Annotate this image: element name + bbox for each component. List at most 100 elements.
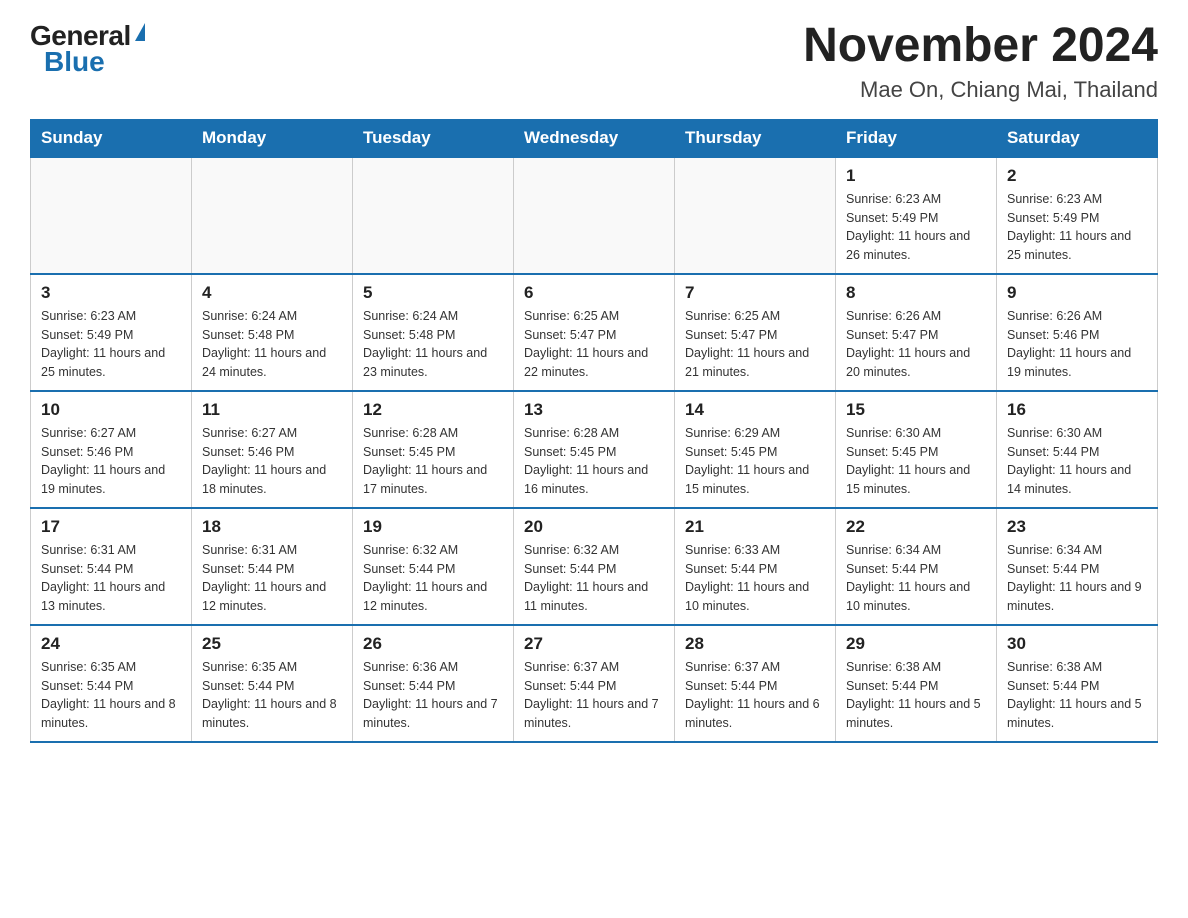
- day-info: Sunrise: 6:34 AM Sunset: 5:44 PM Dayligh…: [1007, 541, 1147, 616]
- day-number: 5: [363, 283, 503, 303]
- day-number: 21: [685, 517, 825, 537]
- calendar-day-cell: 12 Sunrise: 6:28 AM Sunset: 5:45 PM Dayli…: [353, 391, 514, 508]
- calendar-day-cell: 22 Sunrise: 6:34 AM Sunset: 5:44 PM Dayli…: [836, 508, 997, 625]
- logo-triangle-icon: [135, 23, 145, 41]
- calendar-day-cell: 20Sunrise: 6:32 AM Sunset: 5:44 PM Dayli…: [514, 508, 675, 625]
- calendar-day-cell: 15Sunrise: 6:30 AM Sunset: 5:45 PM Dayli…: [836, 391, 997, 508]
- calendar-day-cell: 25 Sunrise: 6:35 AM Sunset: 5:44 PM Dayli…: [192, 625, 353, 742]
- day-number: 24: [41, 634, 181, 654]
- day-of-week-header: Wednesday: [514, 119, 675, 157]
- day-number: 16: [1007, 400, 1147, 420]
- day-info: Sunrise: 6:34 AM Sunset: 5:44 PM Dayligh…: [846, 541, 986, 616]
- calendar-day-cell: 10Sunrise: 6:27 AM Sunset: 5:46 PM Dayli…: [31, 391, 192, 508]
- day-info: Sunrise: 6:24 AM Sunset: 5:48 PM Dayligh…: [363, 307, 503, 382]
- day-of-week-header: Saturday: [997, 119, 1158, 157]
- calendar-day-cell: 1Sunrise: 6:23 AM Sunset: 5:49 PM Daylig…: [836, 157, 997, 274]
- day-number: 10: [41, 400, 181, 420]
- day-info: Sunrise: 6:25 AM Sunset: 5:47 PM Dayligh…: [524, 307, 664, 382]
- calendar-day-cell: 28 Sunrise: 6:37 AM Sunset: 5:44 PM Dayli…: [675, 625, 836, 742]
- title-block: November 2024 Mae On, Chiang Mai, Thaila…: [803, 20, 1158, 103]
- day-of-week-header: Sunday: [31, 119, 192, 157]
- day-info: Sunrise: 6:26 AM Sunset: 5:46 PM Dayligh…: [1007, 307, 1147, 382]
- day-info: Sunrise: 6:28 AM Sunset: 5:45 PM Dayligh…: [363, 424, 503, 499]
- day-info: Sunrise: 6:25 AM Sunset: 5:47 PM Dayligh…: [685, 307, 825, 382]
- page-header: General Blue November 2024 Mae On, Chian…: [30, 20, 1158, 103]
- calendar-day-cell: 5 Sunrise: 6:24 AM Sunset: 5:48 PM Daylig…: [353, 274, 514, 391]
- day-info: Sunrise: 6:28 AM Sunset: 5:45 PM Dayligh…: [524, 424, 664, 499]
- day-of-week-header: Monday: [192, 119, 353, 157]
- calendar-body: 1Sunrise: 6:23 AM Sunset: 5:49 PM Daylig…: [31, 157, 1158, 742]
- day-number: 25: [202, 634, 342, 654]
- calendar-day-cell: 18 Sunrise: 6:31 AM Sunset: 5:44 PM Dayli…: [192, 508, 353, 625]
- day-info: Sunrise: 6:26 AM Sunset: 5:47 PM Dayligh…: [846, 307, 986, 382]
- day-number: 26: [363, 634, 503, 654]
- month-year-title: November 2024: [803, 20, 1158, 73]
- calendar-day-cell: 4 Sunrise: 6:24 AM Sunset: 5:48 PM Daylig…: [192, 274, 353, 391]
- day-of-week-header: Tuesday: [353, 119, 514, 157]
- calendar-day-cell: 11 Sunrise: 6:27 AM Sunset: 5:46 PM Dayli…: [192, 391, 353, 508]
- calendar-day-cell: 16 Sunrise: 6:30 AM Sunset: 5:44 PM Dayli…: [997, 391, 1158, 508]
- day-number: 14: [685, 400, 825, 420]
- calendar-day-cell: 6 Sunrise: 6:25 AM Sunset: 5:47 PM Daylig…: [514, 274, 675, 391]
- day-info: Sunrise: 6:30 AM Sunset: 5:45 PM Dayligh…: [846, 424, 986, 499]
- day-number: 12: [363, 400, 503, 420]
- day-info: Sunrise: 6:37 AM Sunset: 5:44 PM Dayligh…: [685, 658, 825, 733]
- day-number: 8: [846, 283, 986, 303]
- day-info: Sunrise: 6:32 AM Sunset: 5:44 PM Dayligh…: [363, 541, 503, 616]
- calendar-day-cell: 24 Sunrise: 6:35 AM Sunset: 5:44 PM Dayli…: [31, 625, 192, 742]
- calendar-week-row: 10 Sunrise: 6:27 AM Sunset: 5:46 PM Dayli…: [31, 391, 1158, 508]
- day-number: 27: [524, 634, 664, 654]
- day-info: Sunrise: 6:24 AM Sunset: 5:48 PM Dayligh…: [202, 307, 342, 382]
- day-number: 17: [41, 517, 181, 537]
- day-info: Sunrise: 6:38 AM Sunset: 5:44 PM Dayligh…: [846, 658, 986, 733]
- calendar-day-cell: 23Sunrise: 6:34 AM Sunset: 5:44 PM Dayli…: [997, 508, 1158, 625]
- logo-blue-text: Blue: [30, 46, 105, 78]
- day-info: Sunrise: 6:27 AM Sunset: 5:46 PM Dayligh…: [202, 424, 342, 499]
- day-number: 13: [524, 400, 664, 420]
- day-number: 29: [846, 634, 986, 654]
- day-number: 3: [41, 283, 181, 303]
- day-info: Sunrise: 6:32 AM Sunset: 5:44 PM Dayligh…: [524, 541, 664, 616]
- day-number: 4: [202, 283, 342, 303]
- location-subtitle: Mae On, Chiang Mai, Thailand: [803, 77, 1158, 103]
- calendar-day-cell: 9Sunrise: 6:26 AM Sunset: 5:46 PM Daylig…: [997, 274, 1158, 391]
- calendar-day-cell: 17 Sunrise: 6:31 AM Sunset: 5:44 PM Dayli…: [31, 508, 192, 625]
- day-number: 22: [846, 517, 986, 537]
- day-number: 11: [202, 400, 342, 420]
- calendar-day-cell: 3 Sunrise: 6:23 AM Sunset: 5:49 PM Daylig…: [31, 274, 192, 391]
- calendar-day-cell: 2 Sunrise: 6:23 AM Sunset: 5:49 PM Daylig…: [997, 157, 1158, 274]
- day-number: 28: [685, 634, 825, 654]
- day-number: 18: [202, 517, 342, 537]
- calendar-day-cell: [31, 157, 192, 274]
- calendar-day-cell: 8 Sunrise: 6:26 AM Sunset: 5:47 PM Daylig…: [836, 274, 997, 391]
- calendar-table: SundayMondayTuesdayWednesdayThursdayFrid…: [30, 119, 1158, 743]
- day-info: Sunrise: 6:30 AM Sunset: 5:44 PM Dayligh…: [1007, 424, 1147, 499]
- day-info: Sunrise: 6:23 AM Sunset: 5:49 PM Dayligh…: [846, 190, 986, 265]
- calendar-day-cell: [514, 157, 675, 274]
- day-number: 2: [1007, 166, 1147, 186]
- day-info: Sunrise: 6:35 AM Sunset: 5:44 PM Dayligh…: [41, 658, 181, 733]
- day-info: Sunrise: 6:23 AM Sunset: 5:49 PM Dayligh…: [41, 307, 181, 382]
- calendar-day-cell: [192, 157, 353, 274]
- calendar-day-cell: 21 Sunrise: 6:33 AM Sunset: 5:44 PM Dayli…: [675, 508, 836, 625]
- day-info: Sunrise: 6:31 AM Sunset: 5:44 PM Dayligh…: [41, 541, 181, 616]
- day-info: Sunrise: 6:23 AM Sunset: 5:49 PM Dayligh…: [1007, 190, 1147, 265]
- day-info: Sunrise: 6:37 AM Sunset: 5:44 PM Dayligh…: [524, 658, 664, 733]
- calendar-day-cell: 29 Sunrise: 6:38 AM Sunset: 5:44 PM Dayli…: [836, 625, 997, 742]
- calendar-week-row: 1Sunrise: 6:23 AM Sunset: 5:49 PM Daylig…: [31, 157, 1158, 274]
- day-info: Sunrise: 6:31 AM Sunset: 5:44 PM Dayligh…: [202, 541, 342, 616]
- day-info: Sunrise: 6:29 AM Sunset: 5:45 PM Dayligh…: [685, 424, 825, 499]
- day-info: Sunrise: 6:38 AM Sunset: 5:44 PM Dayligh…: [1007, 658, 1147, 733]
- day-of-week-header: Friday: [836, 119, 997, 157]
- calendar-day-cell: [353, 157, 514, 274]
- calendar-week-row: 3 Sunrise: 6:23 AM Sunset: 5:49 PM Daylig…: [31, 274, 1158, 391]
- calendar-day-cell: 13 Sunrise: 6:28 AM Sunset: 5:45 PM Dayli…: [514, 391, 675, 508]
- logo: General Blue: [30, 20, 145, 78]
- day-of-week-header: Thursday: [675, 119, 836, 157]
- day-info: Sunrise: 6:33 AM Sunset: 5:44 PM Dayligh…: [685, 541, 825, 616]
- day-number: 6: [524, 283, 664, 303]
- calendar-week-row: 17 Sunrise: 6:31 AM Sunset: 5:44 PM Dayli…: [31, 508, 1158, 625]
- calendar-day-cell: 30Sunrise: 6:38 AM Sunset: 5:44 PM Dayli…: [997, 625, 1158, 742]
- calendar-day-cell: 19Sunrise: 6:32 AM Sunset: 5:44 PM Dayli…: [353, 508, 514, 625]
- day-info: Sunrise: 6:35 AM Sunset: 5:44 PM Dayligh…: [202, 658, 342, 733]
